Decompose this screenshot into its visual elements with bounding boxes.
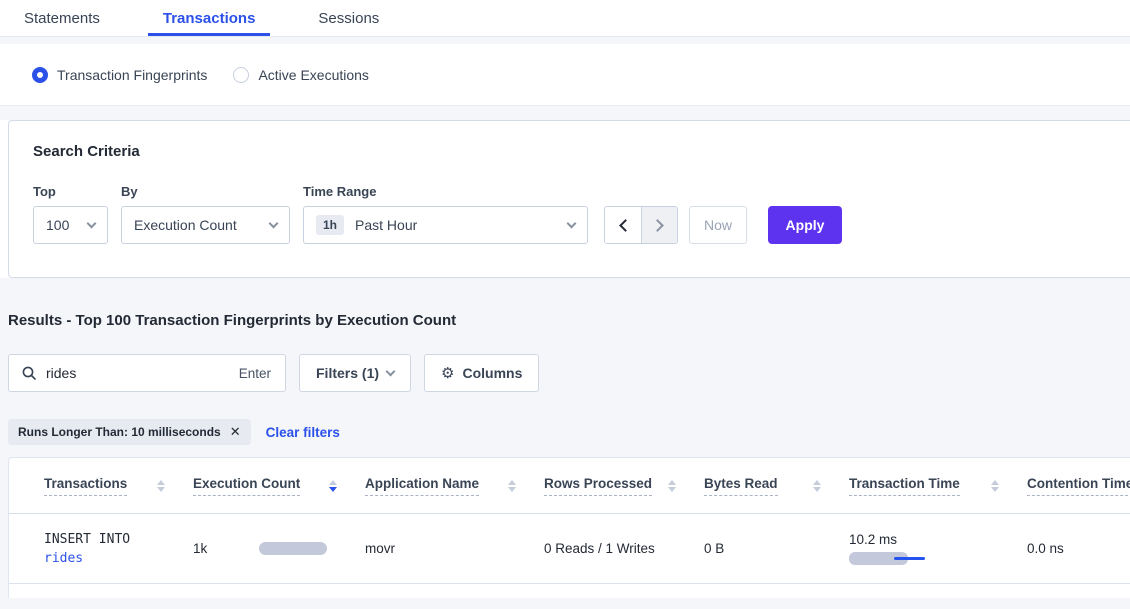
search-enter-hint: Enter: [239, 366, 271, 381]
by-field-group: By Execution Count: [121, 184, 303, 244]
time-range-badge: 1h: [316, 215, 344, 235]
column-header-execution-count: Execution Count: [193, 476, 365, 496]
filters-button[interactable]: Filters (1): [299, 354, 411, 392]
chevron-down-icon: [87, 218, 97, 228]
tab-transactions[interactable]: Transactions: [148, 0, 271, 36]
radio-active-executions[interactable]: Active Executions: [233, 67, 369, 83]
radio-label: Transaction Fingerprints: [57, 67, 207, 83]
sort-icon[interactable]: [508, 480, 516, 492]
column-header-application-name: Application Name: [365, 476, 544, 496]
contention-time-cell: 0.0 ns: [1027, 541, 1130, 556]
sort-icon[interactable]: [991, 480, 999, 492]
bytes-read-cell: 0 B: [704, 541, 849, 556]
search-icon: [22, 366, 36, 380]
column-header-rows-processed: Rows Processed: [544, 476, 704, 496]
top-label: Top: [33, 184, 121, 199]
tab-statements[interactable]: Statements: [9, 0, 115, 36]
transaction-time-cell: 10.2 ms: [849, 532, 1027, 565]
filter-chip-label: Runs Longer Than: 10 milliseconds: [18, 425, 221, 439]
column-header-transaction-time: Transaction Time: [849, 476, 1027, 496]
column-header-contention-time: Contention Time: [1027, 476, 1130, 496]
table-row: INSERT INTO rides 1k movr 0 Reads / 1 Wr…: [9, 514, 1130, 584]
filter-chip: Runs Longer Than: 10 milliseconds ✕: [8, 419, 251, 445]
results-section: Results - Top 100 Transaction Fingerprin…: [0, 278, 1130, 609]
top-select[interactable]: 100: [33, 206, 108, 244]
execution-count-cell: 1k: [193, 541, 365, 556]
chevron-right-icon: [651, 219, 664, 232]
transaction-time-bar: [849, 552, 925, 565]
execution-count-bar: [259, 542, 327, 555]
transaction-fingerprint-link[interactable]: rides: [44, 549, 193, 568]
column-header-label[interactable]: Transactions: [44, 476, 127, 496]
time-range-field-group: Time Range 1h Past Hour: [303, 184, 604, 244]
sort-icon[interactable]: [668, 480, 676, 492]
page-tabs: Statements Transactions Sessions: [0, 0, 1130, 37]
chevron-left-icon: [619, 219, 632, 232]
column-header-label[interactable]: Application Name: [365, 476, 479, 496]
column-header-label[interactable]: Rows Processed: [544, 476, 652, 496]
columns-button[interactable]: ⚙ Columns: [424, 354, 539, 392]
chevron-down-icon: [567, 218, 577, 228]
transaction-time-value: 10.2 ms: [849, 532, 897, 547]
sort-icon[interactable]: [813, 480, 821, 492]
radio-label: Active Executions: [258, 67, 369, 83]
now-button[interactable]: Now: [689, 206, 747, 244]
column-header-label[interactable]: Transaction Time: [849, 476, 960, 496]
search-input[interactable]: [46, 365, 229, 381]
radio-selected-icon: [32, 67, 48, 83]
columns-button-label: Columns: [462, 365, 522, 381]
spacer: [0, 106, 1130, 120]
radio-unselected-icon: [233, 67, 249, 83]
next-time-window-button[interactable]: [641, 207, 677, 243]
radio-transaction-fingerprints[interactable]: Transaction Fingerprints: [32, 67, 207, 83]
transaction-fingerprint-cell: INSERT INTO rides: [44, 530, 193, 568]
chevron-down-icon: [386, 366, 396, 376]
search-criteria-title: Search Criteria: [33, 143, 1130, 160]
time-range-value: Past Hour: [355, 217, 568, 233]
sort-icon[interactable]: [157, 480, 165, 492]
apply-button[interactable]: Apply: [768, 206, 842, 244]
top-field-group: Top 100: [33, 184, 121, 244]
spacer: [0, 37, 1130, 44]
application-name-cell: movr: [365, 541, 544, 556]
previous-time-window-button[interactable]: [605, 207, 641, 243]
close-icon[interactable]: ✕: [230, 424, 241, 440]
time-range-select[interactable]: 1h Past Hour: [303, 206, 588, 244]
transaction-statement-text: INSERT INTO: [44, 530, 193, 549]
execution-count-value: 1k: [193, 541, 207, 556]
transactions-table: Transactions Execution Count Application…: [8, 457, 1130, 598]
by-label: By: [121, 184, 303, 199]
column-header-label[interactable]: Bytes Read: [704, 476, 778, 496]
filters-button-label: Filters (1): [316, 365, 379, 381]
by-select-value: Execution Count: [134, 217, 270, 233]
top-select-value: 100: [46, 217, 88, 233]
table-header-row: Transactions Execution Count Application…: [9, 458, 1130, 514]
column-header-label[interactable]: Execution Count: [193, 476, 300, 496]
gear-icon: ⚙: [441, 366, 454, 381]
stddev-latency-line: [894, 557, 925, 560]
time-range-label: Time Range: [303, 184, 604, 199]
time-window-arrows: [604, 206, 678, 244]
clear-filters-link[interactable]: Clear filters: [266, 425, 340, 440]
rows-processed-cell: 0 Reads / 1 Writes: [544, 541, 704, 556]
by-select[interactable]: Execution Count: [121, 206, 290, 244]
sort-desc-icon[interactable]: [329, 480, 337, 492]
tab-sessions[interactable]: Sessions: [303, 0, 394, 36]
column-header-transactions: Transactions: [44, 476, 193, 496]
search-criteria-card: Search Criteria Top 100 By Execution Cou…: [8, 120, 1130, 278]
chevron-down-icon: [269, 218, 279, 228]
results-heading: Results - Top 100 Transaction Fingerprin…: [8, 311, 1130, 330]
column-header-bytes-read: Bytes Read: [704, 476, 849, 496]
view-toggle-bar: Transaction Fingerprints Active Executio…: [0, 44, 1130, 106]
results-search-box: Enter: [8, 354, 286, 392]
column-header-label[interactable]: Contention Time: [1027, 476, 1130, 496]
